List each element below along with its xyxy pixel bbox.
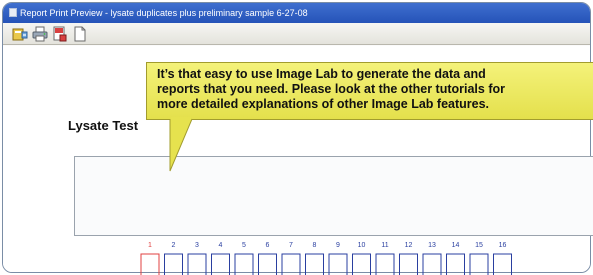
- tutorial-callout: It’s that easy to use Image Lab to gener…: [146, 62, 593, 120]
- callout-line-1: It’s that easy to use Image Lab to gener…: [157, 67, 486, 81]
- toolbar: [3, 23, 590, 45]
- callout-line-2: reports that you need. Please look at th…: [157, 82, 505, 96]
- window-title: Report Print Preview - lysate duplicates…: [20, 8, 308, 18]
- window-titlebar: Report Print Preview - lysate duplicates…: [3, 3, 590, 23]
- export-icon[interactable]: [12, 26, 28, 42]
- page-icon[interactable]: [72, 26, 88, 42]
- print-icon[interactable]: [32, 26, 48, 42]
- gel-image-frame: [74, 156, 593, 236]
- app-icon: [9, 8, 17, 17]
- page-setup-icon[interactable]: [52, 26, 68, 42]
- callout-line-3: more detailed explanations of other Imag…: [157, 97, 490, 111]
- report-title: Lysate Test: [68, 118, 139, 133]
